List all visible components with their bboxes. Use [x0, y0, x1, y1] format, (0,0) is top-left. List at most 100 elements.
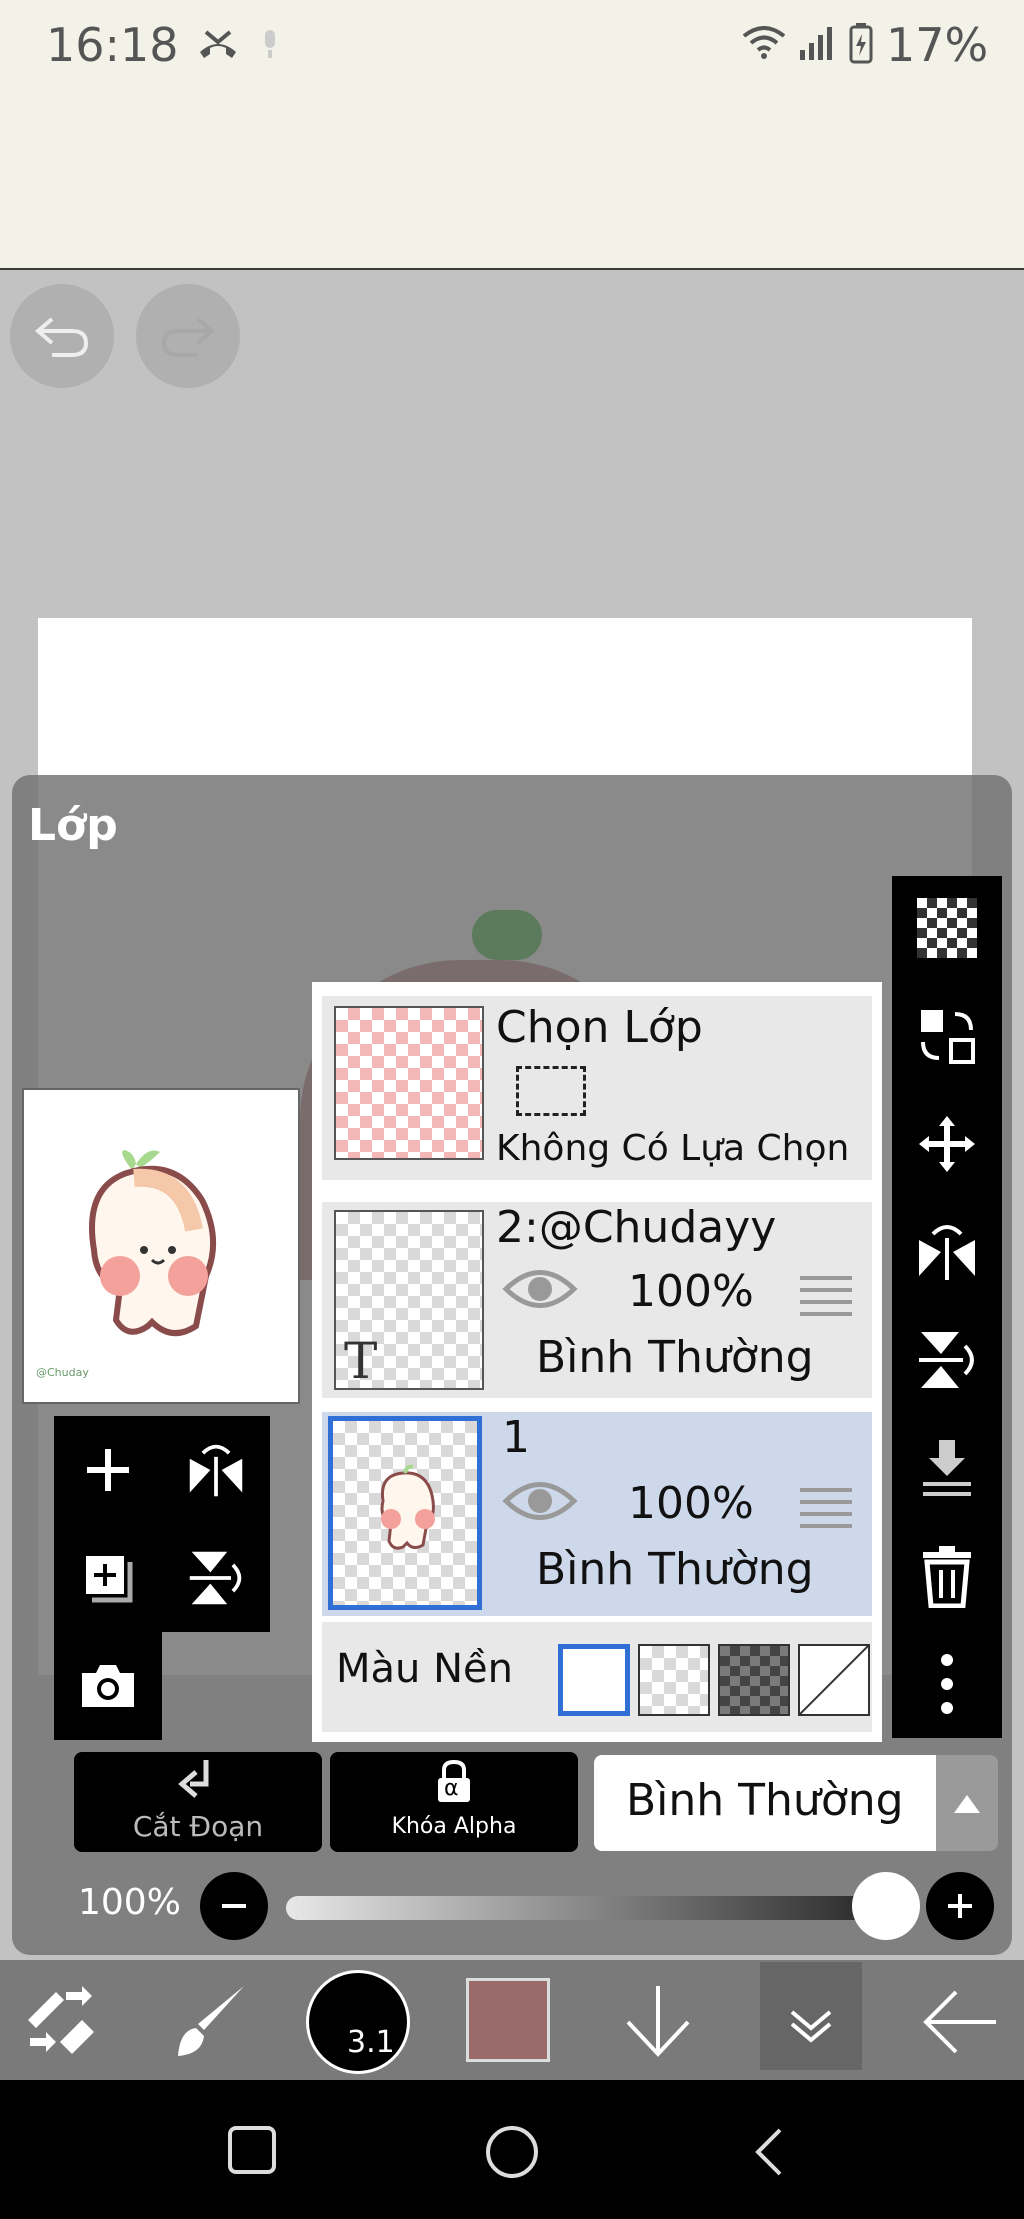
alpha-lock-label: Khóa Alpha [391, 1814, 517, 1839]
opacity-increase-button[interactable] [926, 1872, 994, 1940]
flip-horizontal-icon [919, 1225, 975, 1280]
duplicate-layer-button[interactable] [54, 1524, 162, 1632]
battery-icon [848, 22, 874, 64]
slash-icon [799, 1645, 869, 1715]
flip-vertical-icon [919, 1332, 974, 1388]
brush-icon [178, 1986, 244, 2056]
drag-handle-icon[interactable] [800, 1488, 852, 1528]
recents-icon [228, 2126, 276, 2174]
signal-icon [798, 24, 836, 62]
layer-row-selected[interactable]: 1 100% Bình Thường [322, 1412, 872, 1616]
opacity-decrease-button[interactable] [200, 1872, 268, 1940]
opacity-slider-thumb[interactable] [852, 1872, 920, 1940]
mic-off-icon [258, 28, 282, 60]
clipping-label: Cắt Đoạn [132, 1810, 264, 1843]
brush-size-button[interactable]: 3.1 [306, 1970, 410, 2074]
visibility-toggle[interactable] [502, 1476, 578, 1530]
wifi-icon [740, 22, 788, 62]
swap-layer-button[interactable] [892, 984, 1002, 1088]
more-options-button[interactable] [892, 1632, 1002, 1736]
brush-size-value: 3.1 [347, 2025, 395, 2060]
recents-button[interactable] [226, 2124, 278, 2176]
double-chevron-down-icon [790, 2010, 832, 2043]
eye-icon [502, 1482, 578, 1520]
trash-icon [923, 1546, 971, 1608]
bg-transparent-option[interactable] [638, 1644, 710, 1716]
opacity-label: 100% [78, 1882, 181, 1923]
clipping-button[interactable]: Cắt Đoạn [74, 1752, 322, 1852]
minus-icon [222, 1904, 246, 1908]
background-label: Màu Nền [336, 1646, 513, 1692]
camera-tool-container [54, 1632, 162, 1740]
arrow-left-icon [923, 1990, 996, 2054]
flip-vertical-icon [189, 1551, 242, 1605]
layer-opacity: 100% [628, 1266, 754, 1317]
battery-percentage: 17% [886, 18, 989, 72]
chevron-up-icon [954, 1795, 980, 1813]
flip-vertical-button[interactable] [892, 1308, 1002, 1412]
selection-layer-row[interactable]: Chọn Lớp Không Có Lựa Chọn [322, 996, 872, 1180]
system-back-button[interactable] [748, 2124, 788, 2180]
blend-mode-value: Bình Thường [626, 1775, 904, 1826]
home-icon [486, 2126, 538, 2178]
back-button[interactable] [916, 1980, 1000, 2064]
duplicate-icon [86, 1556, 133, 1603]
move-button[interactable] [892, 1092, 1002, 1196]
bg-white-option[interactable] [558, 1644, 630, 1716]
chevron-left-icon [755, 2128, 782, 2176]
checker-icon [917, 898, 977, 958]
flip-layer-horizontal-button[interactable] [162, 1416, 270, 1524]
clock: 16:18 [46, 18, 179, 72]
delete-layer-button[interactable] [892, 1524, 1002, 1628]
transform-icon [28, 1986, 94, 2054]
clip-arrow-icon [178, 1760, 209, 1798]
canvas-drawing-sprout [472, 910, 542, 960]
home-button[interactable] [484, 2124, 540, 2180]
drag-handle-icon[interactable] [800, 1276, 852, 1316]
blend-mode-select[interactable]: Bình Thường [594, 1755, 994, 1851]
layer-opacity: 100% [628, 1478, 754, 1529]
plus-icon [87, 1449, 129, 1491]
alpha-lock-button[interactable]: α Khóa Alpha [330, 1752, 578, 1852]
drawing-canvas[interactable] [38, 618, 972, 778]
opacity-slider[interactable] [286, 1896, 900, 1920]
camera-icon [82, 1665, 134, 1707]
layer-name: 2:@Chudayy [496, 1202, 777, 1253]
character-drawing [89, 1150, 217, 1336]
layer-panel-toggle-button[interactable] [760, 1962, 862, 2070]
bg-dark-checker-option[interactable] [718, 1644, 790, 1716]
merge-down-icon [923, 1440, 971, 1496]
layer-thumbnail [328, 1416, 482, 1610]
background-color-row: Màu Nền [322, 1622, 872, 1732]
merge-down-button[interactable] [892, 1416, 1002, 1520]
canvas-thumbnail[interactable]: @Chuday [22, 1088, 300, 1404]
undo-button[interactable] [10, 284, 114, 388]
redo-button[interactable] [136, 284, 240, 388]
layer-blend-mode: Bình Thường [536, 1544, 814, 1595]
flip-horizontal-icon [189, 1444, 243, 1497]
add-layer-button[interactable] [54, 1416, 162, 1524]
visibility-toggle[interactable] [502, 1264, 578, 1318]
transparency-button[interactable] [892, 876, 1002, 980]
flip-horizontal-button[interactable] [892, 1200, 1002, 1304]
bg-none-option[interactable] [798, 1644, 870, 1716]
layer-row[interactable]: T 2:@Chudayy 100% Bình Thường [322, 1202, 872, 1398]
color-swatch-button[interactable] [466, 1978, 550, 2062]
layer-actions-grid [54, 1416, 270, 1632]
move-icon [919, 1116, 975, 1172]
brush-tool-button[interactable] [168, 1980, 252, 2064]
selection-marquee-icon [516, 1066, 586, 1116]
camera-button[interactable] [54, 1632, 162, 1740]
eye-icon [502, 1270, 578, 1308]
layer-name: 1 [502, 1412, 530, 1463]
layer-tools-column [892, 876, 1002, 1738]
blend-mode-dropdown-button[interactable] [936, 1755, 998, 1851]
swap-icon [921, 1010, 975, 1064]
more-vertical-icon [941, 1654, 953, 1714]
flip-layer-vertical-button[interactable] [162, 1524, 270, 1632]
plus-icon [948, 1894, 972, 1918]
layer-thumbnail: T [334, 1210, 484, 1390]
arrow-down-icon [626, 1986, 690, 2057]
layer-down-button[interactable] [616, 1978, 700, 2062]
transform-tool-button[interactable] [22, 1980, 102, 2060]
